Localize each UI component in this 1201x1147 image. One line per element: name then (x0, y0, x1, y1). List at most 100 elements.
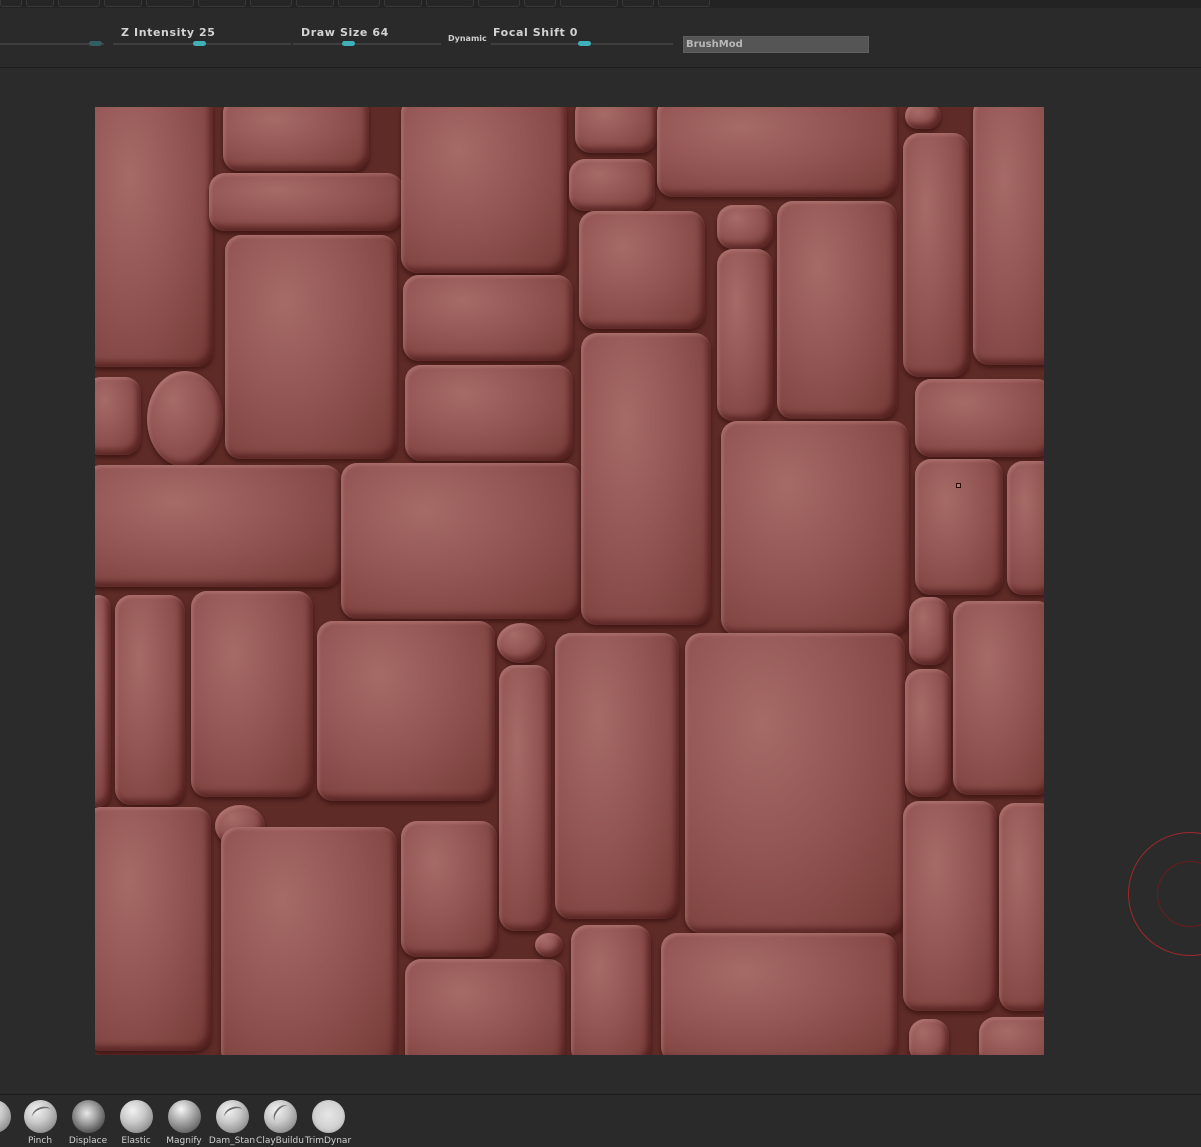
displace-brush-icon (72, 1100, 105, 1133)
stone (555, 633, 679, 919)
brush-label: Magnify (166, 1136, 202, 1146)
brush-label: Displace (68, 1136, 108, 1146)
stone (973, 107, 1044, 365)
slider-knob[interactable] (89, 41, 102, 46)
dynamic-toggle[interactable]: Dynamic (448, 34, 487, 43)
stone (317, 621, 495, 801)
stone (657, 107, 897, 197)
palette-tab[interactable] (478, 0, 520, 7)
stone (717, 205, 773, 249)
stone (571, 925, 651, 1055)
brush-settings-bar: Z Intensity 25 Draw Size 64 Dynamic Foca… (0, 8, 1201, 68)
focal-shift-knob[interactable] (578, 41, 591, 46)
stone pebble (535, 933, 563, 957)
stone-wall-sculpt-document[interactable] (95, 107, 1044, 1055)
palette-tab[interactable] (58, 0, 100, 7)
brush-label: TrimDynar (304, 1136, 352, 1146)
rgb-intensity-slider[interactable] (0, 8, 104, 67)
stone (223, 107, 369, 171)
trim-dynamic-brush-icon (312, 1100, 345, 1133)
stone (191, 591, 313, 797)
stone (909, 1019, 949, 1055)
stone (95, 595, 111, 807)
stone (575, 107, 657, 153)
stone (401, 107, 567, 273)
stone (903, 133, 969, 377)
brush-slot-magnify[interactable]: Magnify (160, 1098, 208, 1147)
stone (717, 249, 773, 421)
brush-slot-dam-standard[interactable]: Dam_Stan (208, 1098, 256, 1147)
stone (903, 801, 997, 1011)
clay-buildup-brush-icon (264, 1100, 297, 1133)
palette-tab-strip (0, 0, 1201, 8)
stone (915, 379, 1044, 457)
dam-standard-brush-icon (216, 1100, 249, 1133)
pivot-marker (956, 483, 961, 488)
stone (905, 107, 941, 129)
pinch-brush-icon (24, 1100, 57, 1133)
palette-tab[interactable] (198, 0, 246, 7)
stone (115, 595, 185, 805)
stone (405, 365, 573, 461)
brush-slot-pinch[interactable]: Pinch (16, 1098, 64, 1147)
palette-tab[interactable] (250, 0, 292, 7)
draw-size-label: Draw Size 64 (301, 26, 389, 39)
stone (209, 173, 403, 231)
focal-shift-label: Focal Shift 0 (493, 26, 579, 39)
palette-tab[interactable] (384, 0, 422, 7)
slider-track (293, 43, 441, 45)
palette-tab[interactable] (104, 0, 142, 7)
brush-name-field[interactable] (683, 36, 869, 53)
palette-tab[interactable] (338, 0, 380, 7)
stone (579, 211, 705, 329)
stone pebble (569, 159, 655, 211)
palette-tab[interactable] (0, 0, 22, 7)
palette-tab[interactable] (426, 0, 474, 7)
brush-partial-icon (0, 1100, 11, 1133)
stone (95, 377, 141, 455)
stone (777, 201, 897, 419)
stone (95, 107, 213, 367)
palette-tab[interactable] (296, 0, 334, 7)
stone pebble (497, 623, 545, 663)
z-intensity-label: Z Intensity 25 (121, 26, 216, 39)
brush-slot-trim-dynamic[interactable]: TrimDynar (304, 1098, 352, 1147)
stone (581, 333, 711, 625)
stone (1007, 461, 1044, 595)
palette-tab[interactable] (560, 0, 618, 7)
stone (915, 459, 1003, 595)
palette-tab[interactable] (622, 0, 654, 7)
stone (999, 803, 1044, 1011)
brush-shelf: Pinch Displace Elastic Magnify Dam_Stan … (0, 1094, 1201, 1147)
draw-size-knob[interactable] (342, 41, 355, 46)
brush-label: ClayBuildu (256, 1136, 304, 1146)
brush-slot-elastic[interactable]: Elastic (112, 1098, 160, 1147)
brush-label: Dam_Stan (208, 1136, 256, 1146)
stone (95, 807, 211, 1051)
palette-tab[interactable] (524, 0, 556, 7)
palette-tab[interactable] (26, 0, 54, 7)
draw-size-slider[interactable]: Draw Size 64 (293, 26, 441, 66)
stone (905, 669, 951, 797)
palette-tab[interactable] (146, 0, 194, 7)
brush-slot-clay-buildup[interactable]: ClayBuildu (256, 1098, 304, 1147)
stone (661, 933, 897, 1055)
z-intensity-slider[interactable]: Z Intensity 25 (113, 26, 291, 66)
magnify-brush-icon (168, 1100, 201, 1133)
stone (979, 1017, 1044, 1055)
stone (909, 597, 949, 665)
stone (405, 959, 565, 1055)
brush-slot-displace[interactable]: Displace (64, 1098, 112, 1147)
palette-tab[interactable] (658, 0, 710, 7)
stone (685, 633, 905, 933)
stone pebble (147, 371, 223, 467)
z-intensity-knob[interactable] (193, 41, 206, 46)
stone (341, 463, 581, 619)
brush-label: Pinch (27, 1136, 53, 1146)
stone (499, 665, 551, 931)
brush-label: Elastic (121, 1136, 151, 1146)
focal-shift-slider[interactable]: Focal Shift 0 (491, 26, 673, 66)
stone (95, 465, 341, 587)
stone (221, 827, 397, 1055)
stone (953, 601, 1044, 795)
